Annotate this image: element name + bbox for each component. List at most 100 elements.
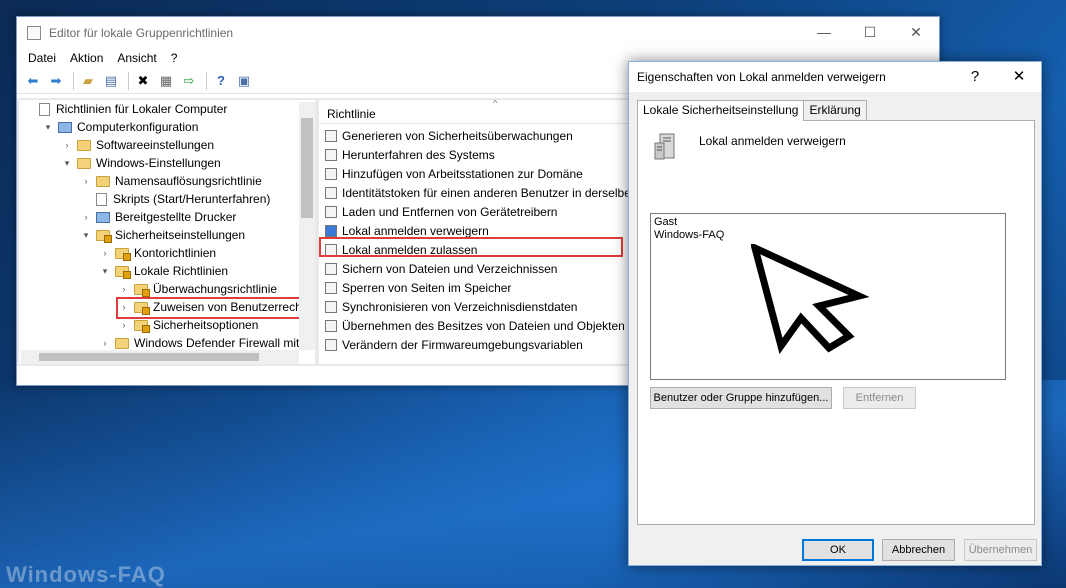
expander-icon[interactable]: › [99, 338, 111, 348]
policy-row[interactable]: Sichern von Dateien und Verzeichnissen [325, 259, 557, 278]
printer-icon [96, 211, 110, 223]
forward-arrow-icon[interactable]: ➡ [46, 71, 66, 91]
policy-icon [325, 205, 337, 218]
tree-item[interactable]: ▾ Lokale Richtlinien [99, 262, 228, 280]
help-icon[interactable]: ? [211, 71, 231, 91]
menu-ansicht[interactable]: Ansicht [110, 51, 163, 65]
expander-icon[interactable]: › [118, 320, 130, 330]
tab-body: Lokal anmelden verweigern Gast Windows-F… [637, 120, 1035, 525]
tree-item[interactable]: Skripts (Start/Herunterfahren) [80, 190, 270, 208]
policy-label: Synchronisieren von Verzeichnisdienstdat… [342, 299, 578, 314]
view-icon[interactable]: ▣ [234, 71, 254, 91]
highlight-zuweisen [116, 297, 302, 319]
list-item-windows-faq[interactable]: Windows-FAQ [651, 229, 1005, 242]
tree-item[interactable]: › Namensauflösungsrichtlinie [80, 172, 262, 190]
tree-item-label: Kontorichtlinien [134, 246, 217, 260]
app-icon [27, 25, 41, 40]
expander-icon[interactable]: ▾ [42, 122, 54, 133]
show-hide-tree-icon[interactable]: ▤ [101, 71, 121, 91]
policy-icon [325, 262, 337, 275]
tab-lokale-sicherheitseinstellung[interactable]: Lokale Sicherheitseinstellung [637, 100, 805, 121]
watermark: Windows-FAQ [6, 562, 166, 587]
policy-row[interactable]: Verändern der Firmwareumgebungsvariablen [325, 335, 583, 354]
back-arrow-icon[interactable]: ⬅ [23, 71, 43, 91]
policy-icon [325, 319, 337, 332]
close-icon[interactable]: ✕ [893, 17, 939, 48]
policy-row[interactable]: Sperren von Seiten im Speicher [325, 278, 511, 297]
policy-row[interactable]: Hinzufügen von Arbeitsstationen zur Domä… [325, 164, 583, 183]
policy-label: Generieren von Sicherheitsüberwachungen [342, 128, 573, 143]
policy-row[interactable]: Übernehmen des Besitzes von Dateien und … [325, 316, 625, 335]
menu-datei[interactable]: Datei [21, 51, 63, 65]
expander-icon[interactable]: › [61, 140, 73, 150]
members-listbox[interactable]: Gast Windows-FAQ [650, 213, 1006, 380]
tree-item[interactable]: Richtlinien für Lokaler Computer [23, 100, 227, 118]
policy-icon [325, 281, 337, 294]
add-user-button[interactable]: Benutzer oder Gruppe hinzufügen... [650, 387, 832, 409]
policy-row[interactable]: Identitätstoken für einen anderen Benutz… [325, 183, 629, 202]
expander-icon[interactable]: ▾ [80, 230, 92, 241]
expander-icon[interactable]: ▾ [99, 266, 111, 277]
tree-item[interactable]: ▾ Sicherheitseinstellungen [80, 226, 245, 244]
column-header-richtlinie[interactable]: Richtlinie [319, 100, 629, 124]
editor-titlebar[interactable]: Editor für lokale Gruppenrichtlinien — ☐… [17, 17, 939, 48]
policy-icon [325, 186, 337, 199]
dialog-help-icon[interactable]: ? [953, 62, 997, 92]
dialog-close-icon[interactable]: ✕ [997, 62, 1041, 92]
tree-item[interactable]: › Kontorichtlinien [99, 244, 216, 262]
expander-icon[interactable]: › [99, 248, 111, 258]
tab-erklaerung[interactable]: Erklärung [803, 100, 867, 120]
tree-item[interactable]: › Bereitgestellte Drucker [80, 208, 237, 226]
maximize-icon[interactable]: ☐ [847, 17, 893, 48]
expander-icon[interactable]: › [118, 284, 130, 294]
tree-pane: Richtlinien für Lokaler Computer ▾ Compute… [19, 100, 315, 364]
locked-folder-icon [134, 319, 150, 333]
policy-row[interactable]: Herunterfahren des Systems [325, 145, 495, 164]
tree-item-label: Sicherheitsoptionen [153, 318, 259, 332]
policy-label: Identitätstoken für einen anderen Benutz… [342, 185, 629, 200]
policy-icon [325, 167, 337, 180]
locked-folder-icon [134, 283, 150, 297]
policy-row[interactable]: Generieren von Sicherheitsüberwachungen [325, 126, 573, 145]
cancel-button[interactable]: Abbrechen [882, 539, 955, 561]
export-list-icon[interactable]: ⇨ [179, 71, 199, 91]
remove-button[interactable]: Entfernen [843, 387, 916, 409]
expander-icon[interactable]: ▾ [61, 158, 73, 169]
policy-icon [325, 148, 337, 161]
tree-item-label: Windows Defender Firewall mit er [134, 336, 314, 350]
policy-label: Verändern der Firmwareumgebungsvariablen [342, 337, 583, 352]
delete-icon[interactable]: ✖ [133, 71, 153, 91]
list-item-gast[interactable]: Gast [651, 216, 1005, 229]
locked-folder-icon [115, 247, 131, 261]
document-icon [96, 192, 107, 206]
policy-icon [325, 224, 337, 237]
window-title: Editor für lokale Gruppenrichtlinien [49, 25, 234, 40]
tree-item[interactable]: ▾ Computerkonfiguration [42, 118, 199, 136]
tree-vscroll-thumb[interactable] [301, 118, 313, 218]
minimize-icon[interactable]: — [801, 17, 847, 48]
folder-icon [77, 139, 91, 151]
policy-row[interactable]: Laden und Entfernen von Gerätetreibern [325, 202, 557, 221]
tree-item[interactable]: › Überwachungsrichtlinie [118, 280, 277, 298]
tree-item-label: Bereitgestellte Drucker [115, 210, 237, 224]
document-icon [39, 102, 50, 116]
up-folder-icon[interactable]: ▰ [78, 71, 98, 91]
policy-label: Lokal anmelden verweigern [342, 223, 489, 238]
tree-item[interactable]: ▾ Windows-Einstellungen [61, 154, 221, 172]
policy-label: Herunterfahren des Systems [342, 147, 495, 162]
policy-label: Übernehmen des Besitzes von Dateien und … [342, 318, 625, 333]
expander-icon[interactable]: › [80, 176, 92, 186]
ok-button[interactable]: OK [802, 539, 874, 561]
expander-icon[interactable]: › [80, 212, 92, 222]
tree-item[interactable]: › Softwareeinstellungen [61, 136, 215, 154]
menu-help[interactable]: ? [164, 51, 185, 65]
tree-hscroll-thumb[interactable] [39, 353, 259, 361]
properties-icon[interactable]: ▦ [156, 71, 176, 91]
policy-row[interactable]: Synchronisieren von Verzeichnisdienstdat… [325, 297, 577, 316]
apply-button[interactable]: Übernehmen [964, 539, 1037, 561]
policy-label: Hinzufügen von Arbeitsstationen zur Domä… [342, 166, 583, 181]
tree-item-label: Überwachungsrichtlinie [153, 282, 278, 296]
dialog-titlebar[interactable]: Eigenschaften von Lokal anmelden verweig… [629, 62, 1041, 92]
folder-icon [96, 175, 110, 187]
menu-aktion[interactable]: Aktion [63, 51, 110, 65]
